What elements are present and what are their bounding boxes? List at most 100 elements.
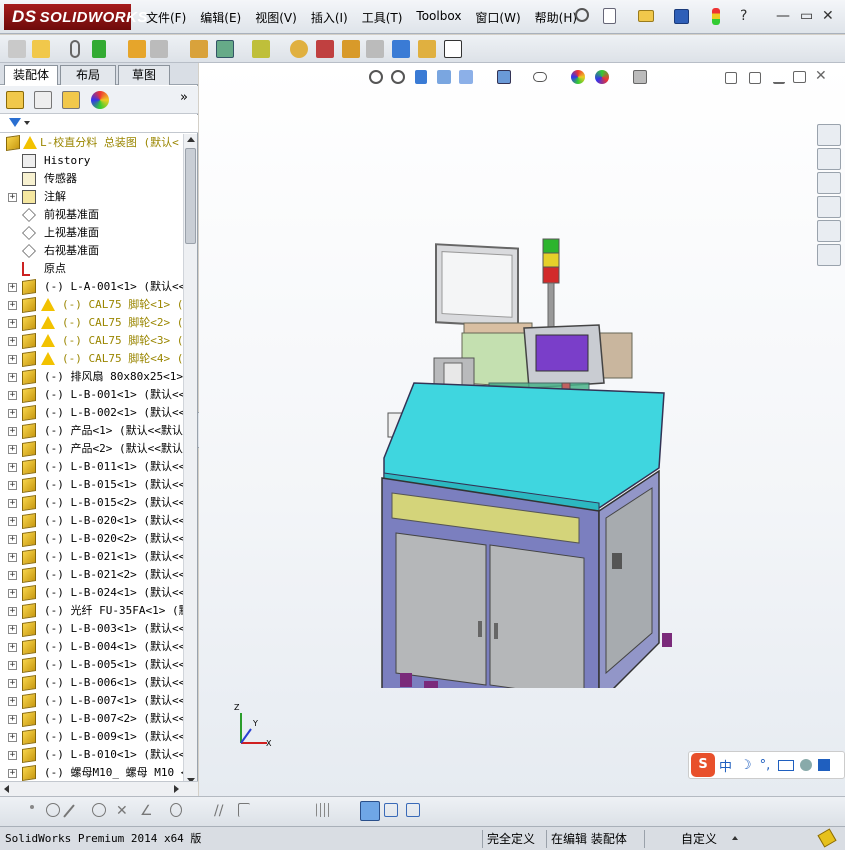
home-icon[interactable] <box>817 124 841 146</box>
pattern-icon[interactable] <box>128 40 146 58</box>
expand-toggle-icon[interactable]: + <box>8 625 17 634</box>
trim-icon[interactable]: ✕ <box>116 803 134 821</box>
dynamic-annotation-icon[interactable] <box>459 70 473 84</box>
expand-toggle-icon[interactable]: + <box>8 517 17 526</box>
expand-toggle-icon[interactable]: + <box>8 409 17 418</box>
expand-toggle-icon[interactable]: + <box>8 355 17 364</box>
unit-dropdown-icon[interactable] <box>732 836 738 840</box>
split-horizontal-icon[interactable] <box>384 803 398 817</box>
expand-toggle-icon[interactable]: + <box>8 427 17 436</box>
tree-item[interactable]: + (-) L-B-004<1> (默认<<默 <box>0 638 183 656</box>
move-component-icon[interactable] <box>150 40 168 58</box>
display-style-icon[interactable] <box>533 72 547 82</box>
expand-toggle-icon[interactable]: + <box>8 697 17 706</box>
section-view-icon[interactable] <box>437 70 451 84</box>
appearances-icon[interactable] <box>817 220 841 242</box>
expand-toggle-icon[interactable]: + <box>8 571 17 580</box>
viewport-close-icon[interactable]: ✕ <box>815 68 833 86</box>
machine-3d-model[interactable] <box>374 233 694 688</box>
tree-item[interactable]: + (-) CAL75 脚轮<3> (默 <box>0 332 183 350</box>
file-explorer-icon[interactable] <box>817 172 841 194</box>
expand-toggle-icon[interactable]: + <box>8 679 17 688</box>
tree-item[interactable]: + (-) L-B-003<1> (默认<<默 <box>0 620 183 638</box>
new-motion-study-icon[interactable] <box>290 40 308 58</box>
sogou-logo-icon[interactable]: S <box>691 753 715 777</box>
active-view-cube-icon[interactable] <box>360 801 380 821</box>
skin-icon[interactable] <box>818 759 831 771</box>
tile-horizontal-icon[interactable] <box>725 72 737 84</box>
tree-item[interactable]: + (-) CAL75 脚轮<4> (默 <box>0 350 183 368</box>
scroll-thumb[interactable] <box>185 148 196 244</box>
circle-icon[interactable] <box>46 803 60 817</box>
close-button[interactable]: ✕ <box>822 8 834 24</box>
pin-icon[interactable] <box>575 8 589 22</box>
scroll-right-arrow-icon[interactable] <box>174 785 179 793</box>
filter-dropdown-icon[interactable] <box>24 121 30 125</box>
keyboard-icon[interactable] <box>778 759 795 771</box>
bill-of-materials-icon[interactable] <box>316 40 334 58</box>
exploded-view-icon[interactable] <box>342 40 360 58</box>
tag-icon[interactable] <box>817 828 837 848</box>
split-four-icon[interactable] <box>406 803 420 817</box>
configurationmanager-icon[interactable] <box>62 91 80 109</box>
tree-item[interactable]: + (-) L-B-002<1> (默认<<默 <box>0 404 183 422</box>
expand-toggle-icon[interactable]: + <box>8 715 17 724</box>
component-icon[interactable] <box>32 40 50 58</box>
expand-toggle-icon[interactable]: + <box>8 499 17 508</box>
tab-assembly[interactable]: 装配体 <box>4 65 58 85</box>
expand-toggle-icon[interactable]: + <box>8 337 17 346</box>
expand-toggle-icon[interactable]: + <box>8 319 17 328</box>
tree-item[interactable]: + (-) L-B-021<1> (默认<<默 <box>0 548 183 566</box>
ime-punctuation-toggle[interactable]: °, <box>760 758 771 773</box>
open-folder-icon[interactable] <box>638 10 654 22</box>
view-orientation-icon[interactable] <box>497 70 511 84</box>
corner-icon[interactable] <box>238 803 250 817</box>
tab-sketch[interactable]: 草图 <box>118 65 170 85</box>
tree-item[interactable]: + (-) L-B-001<1> (默认<<默 <box>0 386 183 404</box>
tree-item[interactable]: + (-) 光纤 FU-35FA<1> (默 <box>0 602 183 620</box>
tree-item[interactable]: + (-) 产品<2> (默认<<默认 <box>0 440 183 458</box>
edit-appearance-icon[interactable] <box>595 70 609 84</box>
minimize-button[interactable]: — <box>776 8 790 24</box>
assembly-feature-icon[interactable] <box>216 40 234 58</box>
line-icon[interactable] <box>63 804 75 818</box>
tree-item[interactable]: + (-) L-B-015<2> (默认<<默 <box>0 494 183 512</box>
tree-item[interactable]: 前视基准面 <box>0 206 183 224</box>
menu-tools[interactable]: 工具(T) <box>362 9 403 26</box>
assembly-insert-icon[interactable] <box>8 40 26 58</box>
menu-edit[interactable]: 编辑(E) <box>200 9 241 26</box>
save-icon[interactable] <box>674 9 689 24</box>
featuremanager-icon[interactable] <box>6 91 24 109</box>
expand-toggle-icon[interactable]: + <box>8 481 17 490</box>
tree-item[interactable]: + (-) CAL75 脚轮<1> (默 <box>0 296 183 314</box>
expand-toggle-icon[interactable]: + <box>8 607 17 616</box>
expand-toggle-icon[interactable]: + <box>8 445 17 454</box>
expand-toggle-icon[interactable]: + <box>8 391 17 400</box>
ime-width-toggle[interactable]: ☽ <box>740 758 752 773</box>
tree-root[interactable]: L-校直分料 总装图 (默认< <box>0 134 183 152</box>
scroll-up-arrow-icon[interactable] <box>187 137 195 142</box>
tree-item[interactable]: + 注解 <box>0 188 183 206</box>
tree-item[interactable]: + (-) L-B-007<2> (默认<<默 <box>0 710 183 728</box>
solidworks-logo[interactable]: DS SOLIDWORKS <box>4 4 147 30</box>
expand-toggle-icon[interactable]: + <box>8 643 17 652</box>
angle-icon[interactable]: ∠ <box>140 803 158 821</box>
menu-file[interactable]: 文件(F) <box>146 9 186 26</box>
tree-item[interactable]: History <box>0 152 183 170</box>
custom-properties-icon[interactable] <box>817 244 841 266</box>
expand-toggle-icon[interactable]: + <box>8 589 17 598</box>
ime-toolbar[interactable]: S 中 ☽ °, <box>688 751 845 779</box>
new-document-icon[interactable] <box>603 8 616 24</box>
viewport-minimize-icon[interactable] <box>773 72 785 84</box>
instant3d-icon[interactable] <box>444 40 462 58</box>
expand-toggle-icon[interactable]: + <box>8 661 17 670</box>
tree-item[interactable]: + (-) L-B-006<1> (默认<<默 <box>0 674 183 692</box>
filter-icon[interactable] <box>9 118 21 127</box>
menu-window[interactable]: 窗口(W) <box>475 9 520 26</box>
viewport-restore-icon[interactable] <box>793 71 806 83</box>
zoom-to-area-icon[interactable] <box>391 70 405 84</box>
tree-item[interactable]: 原点 <box>0 260 183 278</box>
ime-language-toggle[interactable]: 中 <box>719 756 732 775</box>
tree-filter[interactable] <box>0 115 198 133</box>
tree-vertical-scrollbar[interactable] <box>183 134 197 786</box>
